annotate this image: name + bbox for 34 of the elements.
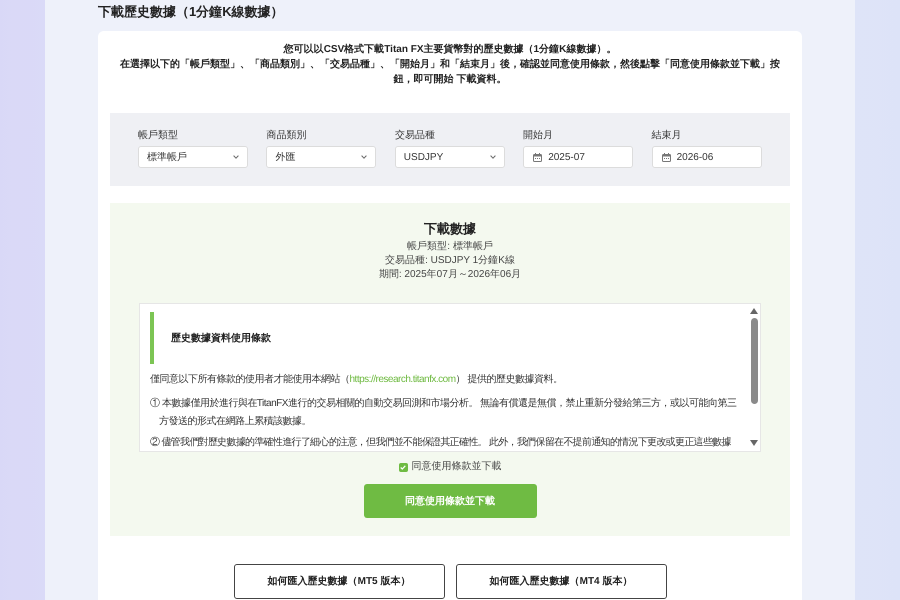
- intro-text: 在選擇以下的「帳戶類型」、「商品類別」、「交易品種」、「開始月」和「結束月」後，確認並同意使用條款，然後點擊「同意使用條款並下載」按鈕，即可開始 下載資料。: [118, 57, 781, 87]
- field-label: 開始月: [523, 129, 554, 143]
- select-field[interactable]: 外匯: [266, 146, 376, 168]
- scroll-down-icon[interactable]: [750, 440, 758, 446]
- intro-text: 您可以以CSV格式下載Titan FX主要貨幣對的歷史數據（1分鐘K線數據）。: [282, 42, 618, 57]
- terms-paragraph: ② 儘管我們對歷史數據的準確性進行了細心的注意，但我們並不能保證其正確性。 此外，我們保留在不提前通知的情況下更改或更正這些數據: [150, 436, 732, 450]
- select-field[interactable]: 標準帳戶: [138, 146, 248, 168]
- guide-button[interactable]: 如何匯入歷史數據（MT5 版本）: [234, 564, 444, 599]
- scroll-up-icon[interactable]: [750, 308, 758, 314]
- caret-icon: [361, 155, 368, 159]
- guide-button[interactable]: 如何匯入歷史數據（MT4 版本）: [456, 564, 666, 599]
- summary-title: 下載數據: [424, 221, 476, 237]
- summary-line: 交易品種: USDJPY 1分鐘K線: [385, 254, 515, 268]
- scrollbar-thumb[interactable]: [750, 318, 758, 404]
- checkbox-label[interactable]: 同意使用條款並下載: [412, 460, 502, 474]
- summary-line: 帳戶類型: 標準帳戶: [407, 240, 493, 254]
- terms-paragraph: 僅同意以下所有條款的使用者才能使用本網站（https://research.titanfx.com） 提供的歷史數據資料。: [150, 372, 564, 387]
- calendar-icon: [662, 152, 671, 162]
- terms-paragraph: ① 本數據僅用於進行與在TitanFX進行的交易相關的自動交易回測和市場分析。 無論有償還是無償，禁止重新分發給第三方，或以可能向第三方發送的形式在網路上累積該數據。: [150, 396, 738, 429]
- field-label: 交易品種: [394, 129, 436, 143]
- check-icon: [400, 464, 406, 470]
- terms-heading: 歷史數據資料使用條款: [150, 312, 744, 364]
- field-label: 帳戶類型: [138, 129, 179, 143]
- month-field[interactable]: 2025-07: [523, 146, 634, 168]
- agree-checkbox[interactable]: [398, 462, 408, 472]
- page-title: 下載歷史數據（1分鐘K線數據）: [98, 3, 285, 21]
- field-label: 商品類別: [266, 129, 308, 143]
- month-field[interactable]: 2026-06: [652, 146, 762, 168]
- summary-line: 期間: 2025年07月～2026年06月: [378, 268, 522, 282]
- select-field[interactable]: USDJPY: [394, 146, 505, 168]
- caret-icon: [490, 155, 496, 159]
- calendar-icon: [533, 152, 542, 162]
- field-label: 結束月: [652, 129, 683, 143]
- caret-icon: [233, 155, 239, 159]
